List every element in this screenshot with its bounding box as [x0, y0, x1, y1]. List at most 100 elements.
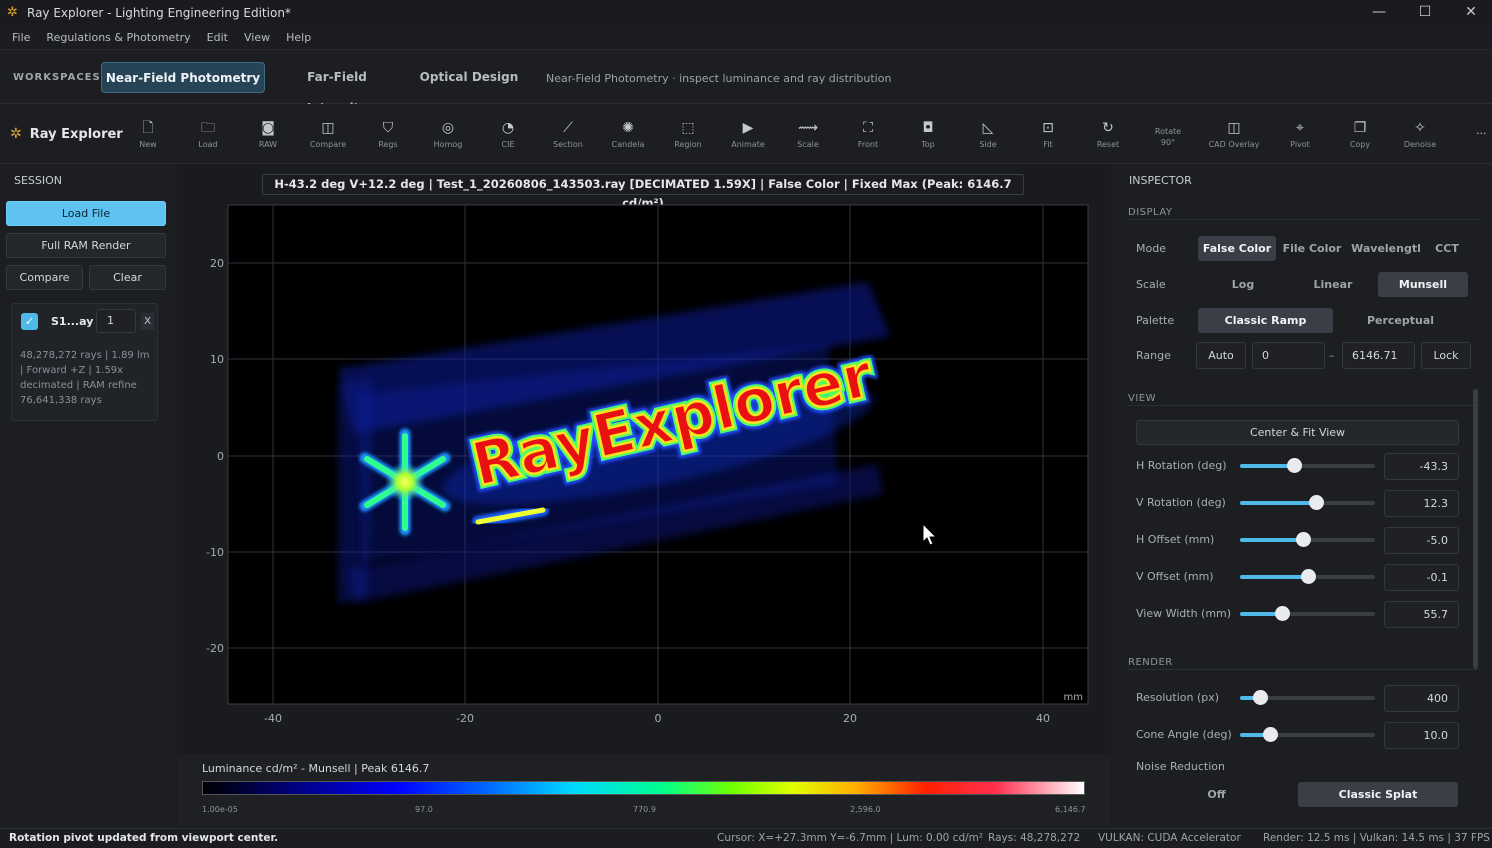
- tool-scale-button[interactable]: ⟿ Scale: [780, 118, 836, 149]
- tool-region-button[interactable]: ⬚ Region: [660, 118, 716, 149]
- slider-handle[interactable]: [1253, 690, 1269, 705]
- menu-edit[interactable]: Edit: [207, 31, 228, 44]
- range-auto-button[interactable]: Auto: [1196, 342, 1246, 369]
- tool-regs-button[interactable]: ⛉ Regs: [360, 118, 416, 149]
- tool-fit-button[interactable]: ⊡ Fit: [1020, 118, 1076, 149]
- tool-front-button[interactable]: ⛶ Front: [840, 118, 896, 149]
- tab-far-field[interactable]: Far-Field Intensity: [276, 62, 398, 115]
- file-info: 48,278,272 rays | 1.89 lm | Forward +Z |…: [20, 350, 150, 406]
- tool-load-button[interactable]: 🗀 Load: [180, 118, 236, 149]
- mode-false-color[interactable]: False Color: [1198, 236, 1276, 261]
- file-enabled-checkbox[interactable]: ✓: [21, 313, 38, 330]
- noise-classic-splat[interactable]: Classic Splat: [1298, 782, 1458, 807]
- luminance-plot[interactable]: RayExplorer RayExplorer RayExplorer -40 …: [178, 164, 1110, 754]
- range-lock-button[interactable]: Lock: [1421, 342, 1471, 369]
- slider-track[interactable]: [1240, 569, 1375, 584]
- app-window: ✲ Ray Explorer - Lighting Engineering Ed…: [0, 0, 1492, 848]
- mode-cct[interactable]: CCT: [1427, 236, 1467, 261]
- maximize-button[interactable]: ☐: [1402, 0, 1448, 26]
- tool-label: Pivot: [1290, 140, 1310, 149]
- tool-pivot-button[interactable]: ⌖ Pivot: [1272, 118, 1328, 149]
- slider-track[interactable]: [1240, 606, 1375, 621]
- scale-munsell[interactable]: Munsell: [1378, 272, 1468, 297]
- tool-homog-button[interactable]: ◎ Homog: [420, 118, 476, 149]
- menu-file[interactable]: File: [12, 31, 30, 44]
- tool-cie-button[interactable]: ◔ CIE: [480, 118, 536, 149]
- slider-track[interactable]: [1240, 727, 1375, 742]
- slider-value-input[interactable]: -5.0: [1384, 527, 1459, 554]
- slider-value-input[interactable]: -0.1: [1384, 564, 1459, 591]
- tool-section-button[interactable]: ⟋ Section: [540, 118, 596, 149]
- clear-button[interactable]: Clear: [89, 265, 166, 290]
- range-min-input[interactable]: 0: [1252, 342, 1325, 369]
- pivot-icon: ⌖: [1296, 120, 1304, 136]
- front-view-icon: ⛶: [863, 120, 873, 136]
- tool-top-button[interactable]: ◘ Top: [900, 118, 956, 149]
- palette-perceptual[interactable]: Perceptual: [1333, 308, 1468, 333]
- close-button[interactable]: ✕: [1448, 0, 1492, 26]
- range-max-input[interactable]: 6146.71: [1342, 342, 1415, 369]
- tool-label: Denoise: [1403, 140, 1437, 149]
- tool-denoise-button[interactable]: ✧ Denoise: [1392, 118, 1448, 149]
- slider-track[interactable]: [1240, 495, 1375, 510]
- palette-classic-ramp[interactable]: Classic Ramp: [1198, 308, 1333, 333]
- slider-track[interactable]: [1240, 690, 1375, 705]
- slider-fill: [1240, 464, 1294, 468]
- mode-wavelength[interactable]: Wavelengtl: [1350, 236, 1422, 261]
- tool-compare-button[interactable]: ◫ Compare: [300, 118, 356, 149]
- noise-off[interactable]: Off: [1136, 782, 1297, 807]
- slider-handle[interactable]: [1274, 606, 1290, 621]
- menu-help[interactable]: Help: [286, 31, 311, 44]
- inspector-title: INSPECTOR: [1129, 174, 1192, 187]
- tool-rotate-90-button[interactable]: Rotate 90°: [1140, 118, 1196, 148]
- tool-side-button[interactable]: ◺ Side: [960, 118, 1016, 149]
- tab-near-field[interactable]: Near-Field Photometry: [101, 62, 265, 93]
- x-tick: -20: [456, 712, 474, 725]
- slider-fill: [1240, 575, 1308, 579]
- tool-reset-button[interactable]: ↻ Reset: [1080, 118, 1136, 149]
- slider-value-input[interactable]: -43.3: [1384, 453, 1459, 480]
- tool-copy-button[interactable]: ❐ Copy: [1332, 118, 1388, 149]
- slider-value-input[interactable]: 55.7: [1384, 601, 1459, 628]
- slider-handle[interactable]: [1300, 569, 1316, 584]
- range-label: Range: [1136, 349, 1171, 362]
- compare-button[interactable]: Compare: [6, 265, 83, 290]
- slider-value-input[interactable]: 10.0: [1384, 722, 1459, 749]
- slider-value-input[interactable]: 12.3: [1384, 490, 1459, 517]
- tab-optical-design[interactable]: Optical Design: [416, 62, 522, 93]
- center-fit-view-button[interactable]: Center & Fit View: [1136, 420, 1459, 445]
- session-title: SESSION: [14, 174, 63, 187]
- slider-handle[interactable]: [1308, 495, 1324, 510]
- tool-animate-button[interactable]: ▶ Animate: [720, 118, 776, 149]
- remove-file-button[interactable]: X: [141, 313, 154, 330]
- slider-label: V Rotation (deg): [1136, 496, 1226, 509]
- inspector-scrollbar[interactable]: [1473, 389, 1478, 669]
- inspector-panel: INSPECTOR DISPLAY Mode False Color File …: [1113, 164, 1492, 828]
- minimize-button[interactable]: —: [1356, 0, 1402, 26]
- slider-track[interactable]: [1240, 458, 1375, 473]
- divider: [1128, 219, 1480, 220]
- brand-name: Ray Explorer: [29, 126, 123, 142]
- status-rays: Rays: 48,278,272: [988, 832, 1081, 844]
- menu-view[interactable]: View: [244, 31, 270, 44]
- tool-label: Copy: [1349, 140, 1371, 149]
- scale-linear[interactable]: Linear: [1288, 272, 1378, 297]
- unit-label: mm: [1064, 692, 1083, 703]
- slider-track[interactable]: [1240, 532, 1375, 547]
- mode-file-color[interactable]: File Color: [1280, 236, 1344, 261]
- slider-handle[interactable]: [1296, 532, 1312, 547]
- toolbar-overflow-button[interactable]: ...: [1476, 124, 1487, 137]
- tool-candela-button[interactable]: ✺ Candela: [600, 118, 656, 149]
- tool-raw-button[interactable]: ◙ RAW: [240, 118, 296, 149]
- slider-handle[interactable]: [1262, 727, 1278, 742]
- tool-new-button[interactable]: 🗋 New: [120, 118, 176, 149]
- slider-value-input[interactable]: 400: [1384, 685, 1459, 712]
- file-card[interactable]: ✓ S1...ay 1 X 48,278,272 rays | 1.89 lm …: [11, 303, 158, 421]
- full-ram-render-button[interactable]: Full RAM Render: [6, 233, 166, 258]
- menu-regulations[interactable]: Regulations & Photometry: [46, 31, 190, 44]
- tool-cad-overlay-button[interactable]: ◫ CAD Overlay: [1206, 118, 1262, 149]
- load-file-button[interactable]: Load File: [6, 201, 166, 226]
- file-index-spinbox[interactable]: 1: [96, 309, 136, 333]
- slider-handle[interactable]: [1287, 458, 1302, 473]
- scale-log[interactable]: Log: [1198, 272, 1288, 297]
